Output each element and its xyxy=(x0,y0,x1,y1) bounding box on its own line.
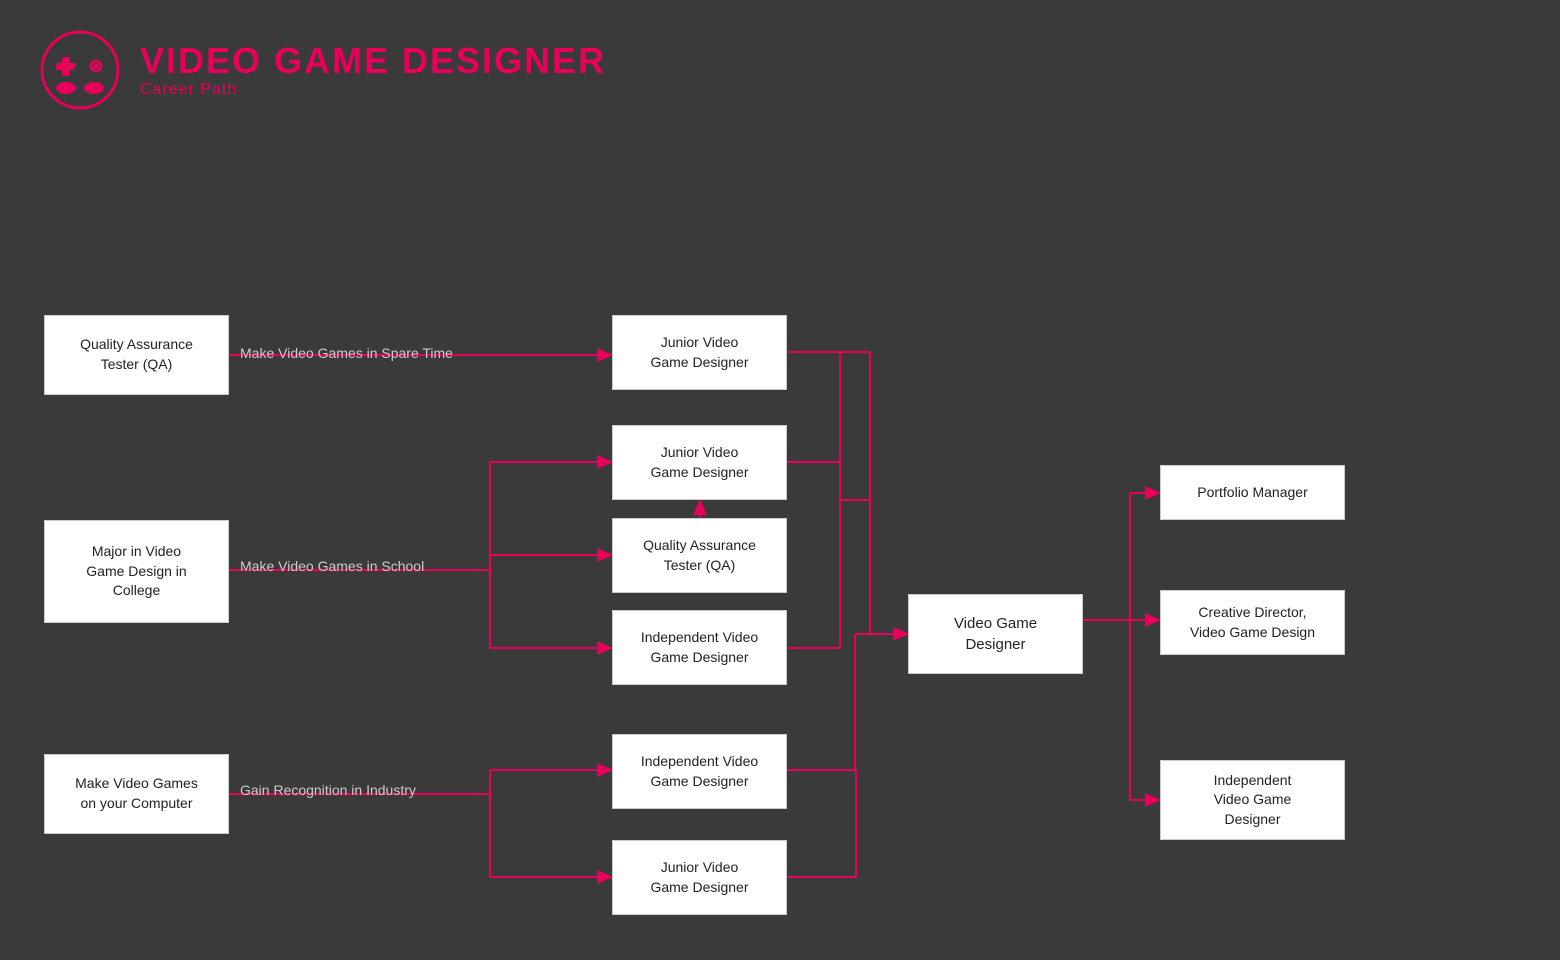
page-title: VIDEO GAME DESIGNER xyxy=(140,41,606,81)
box-creative-director: Creative Director,Video Game Design xyxy=(1160,590,1345,655)
logo-icon xyxy=(40,30,120,110)
page-subtitle: Career Path xyxy=(140,81,606,99)
label-spare-time: Make Video Games in Spare Time xyxy=(240,345,453,361)
box-indie-designer-1: Independent VideoGame Designer xyxy=(612,610,787,685)
career-path-diagram: Quality AssuranceTester (QA) Make Video … xyxy=(0,130,1560,960)
box-vg-designer: Video GameDesigner xyxy=(908,594,1083,674)
box-jr-designer-2: Junior VideoGame Designer xyxy=(612,425,787,500)
label-recognition: Gain Recognition in Industry xyxy=(240,782,416,798)
header: VIDEO GAME DESIGNER Career Path xyxy=(0,0,1560,140)
box-qa-tester: Quality AssuranceTester (QA) xyxy=(44,315,229,395)
title-block: VIDEO GAME DESIGNER Career Path xyxy=(140,41,606,99)
box-college-major: Major in VideoGame Design inCollege xyxy=(44,520,229,623)
box-indie-designer-2: Independent VideoGame Designer xyxy=(612,734,787,809)
box-jr-designer-1: Junior VideoGame Designer xyxy=(612,315,787,390)
box-qa-col2: Quality AssuranceTester (QA) xyxy=(612,518,787,593)
box-make-games-computer: Make Video Gameson your Computer xyxy=(44,754,229,834)
box-jr-designer-3: Junior VideoGame Designer xyxy=(612,840,787,915)
box-portfolio-manager: Portfolio Manager xyxy=(1160,465,1345,520)
label-school: Make Video Games in School xyxy=(240,558,424,574)
box-indie-designer-final: IndependentVideo GameDesigner xyxy=(1160,760,1345,840)
